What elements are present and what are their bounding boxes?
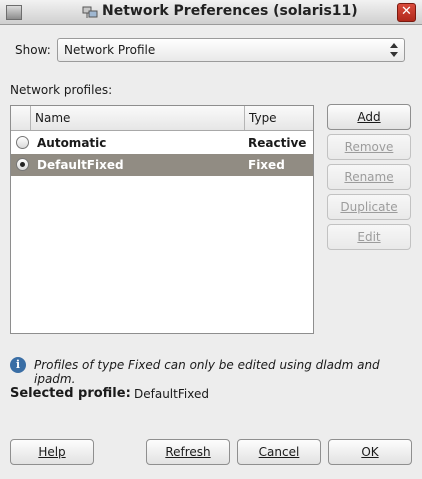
show-select[interactable]: Network Profile	[57, 38, 405, 62]
info-message: Profiles of type Fixed can only be edite…	[34, 358, 380, 386]
select-arrows-icon	[390, 43, 398, 57]
close-button[interactable]: ✕	[397, 3, 416, 22]
profile-type: Fixed	[248, 158, 285, 172]
profile-name: Automatic	[37, 136, 107, 150]
show-label: Show:	[15, 43, 51, 57]
table-row[interactable]: DefaultFixed Fixed	[11, 154, 313, 176]
title-bar: Network Preferences (solaris11) ✕	[0, 0, 422, 25]
info-icon: i	[10, 357, 26, 373]
refresh-button[interactable]: Refresh	[146, 439, 230, 465]
profiles-table[interactable]: Name Type Automatic Reactive DefaultFixe…	[10, 105, 314, 334]
help-button[interactable]: Help	[10, 439, 94, 465]
duplicate-button[interactable]: Duplicate	[327, 194, 411, 220]
profiles-label: Network profiles:	[10, 83, 113, 97]
ok-button[interactable]: OK	[328, 439, 412, 465]
window-menu-icon[interactable]	[6, 5, 22, 20]
add-button[interactable]: Add	[327, 104, 411, 130]
window-title: Network Preferences (solaris11)	[102, 3, 358, 19]
cancel-button[interactable]: Cancel	[237, 439, 321, 465]
profile-name: DefaultFixed	[37, 158, 124, 172]
show-select-value: Network Profile	[64, 43, 156, 57]
edit-button[interactable]: Edit	[327, 224, 411, 250]
table-header: Name Type	[11, 106, 313, 131]
column-header-name[interactable]: Name	[31, 106, 245, 130]
profile-type: Reactive	[248, 136, 307, 150]
selected-profile-value: DefaultFixed	[134, 387, 209, 401]
network-icon	[82, 6, 98, 18]
column-header-select[interactable]	[11, 106, 31, 130]
selected-profile-label: Selected profile:	[10, 386, 131, 401]
column-header-type[interactable]: Type	[245, 106, 313, 130]
profile-radio[interactable]	[16, 136, 29, 149]
rename-button[interactable]: Rename	[327, 164, 411, 190]
table-row[interactable]: Automatic Reactive	[11, 132, 313, 154]
profile-radio[interactable]	[16, 158, 29, 171]
remove-button[interactable]: Remove	[327, 134, 411, 160]
